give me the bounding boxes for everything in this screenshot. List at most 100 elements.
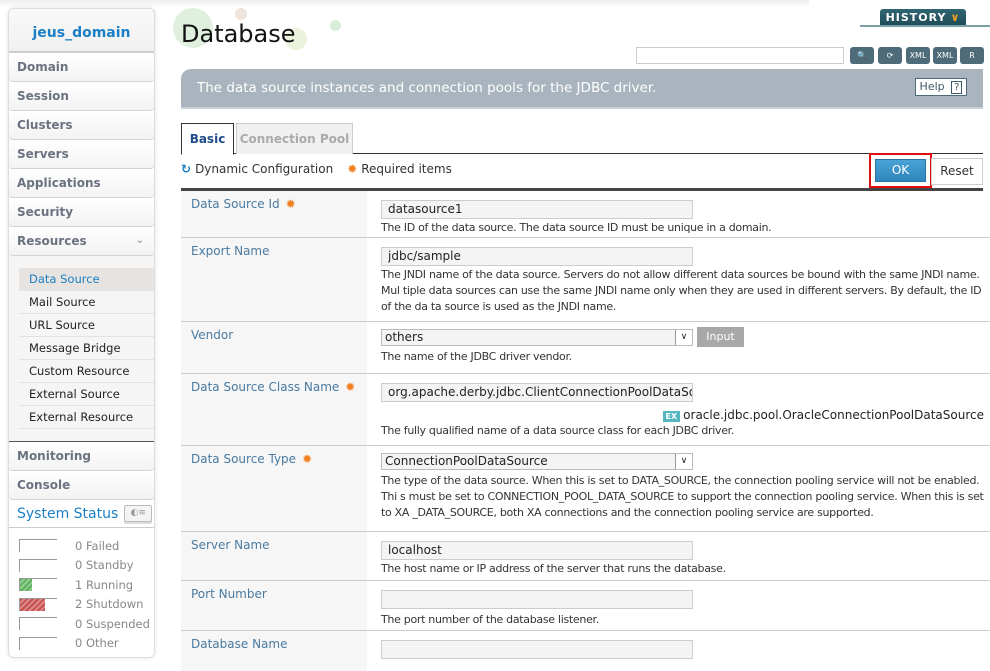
legend-row: ↻ Dynamic Configuration ✹ Required items (181, 162, 452, 176)
label-text: Port Number (191, 587, 267, 601)
subnav-external-source[interactable]: External Source (19, 383, 154, 406)
search-icon[interactable]: 🔍 (850, 47, 874, 64)
row-data-source-type: Data Source Type ✹ ConnectionPoolDataSour… (181, 446, 990, 532)
desc-export-name: The JNDI name of the data source. Server… (381, 267, 982, 313)
nav-resources-label: Resources (17, 234, 87, 248)
search-input[interactable] (636, 47, 844, 64)
required-icon: ✹ (285, 197, 296, 211)
value-data-source-id: The ID of the data source. The data sour… (381, 191, 990, 240)
value-class-name: EXoracle.jdbc.pool.OracleConnectionPoolD… (381, 374, 990, 443)
subnav-data-source[interactable]: Data Source (19, 268, 154, 291)
main-content: Database HISTORY ∨ 🔍 ⟳ XML XML R The data… (173, 0, 990, 671)
status-toggle-icon[interactable]: ◐≡ (124, 505, 153, 522)
data-source-type-select[interactable]: ConnectionPoolDataSource ∨ (381, 453, 693, 470)
status-text: 2 Shutdown (75, 597, 144, 612)
value-vendor: others ∨ Input The name of the JDBC driv… (381, 322, 990, 369)
nav-monitoring[interactable]: Monitoring (9, 442, 154, 471)
status-row-standby: 0 Standby (19, 556, 154, 576)
status-fill-running (20, 579, 32, 592)
row-server-name: Server Name The host name or IP address … (181, 532, 990, 581)
desc-port-number: The port number of the database listener… (381, 612, 599, 626)
status-text: 1 Running (75, 577, 134, 592)
value-export-name: The JNDI name of the data source. Server… (381, 238, 990, 319)
status-fill-shutdown (20, 598, 45, 611)
label-data-source-id: Data Source Id ✹ (181, 191, 368, 237)
decor-circle (235, 8, 247, 20)
status-text: 0 Suspended (75, 616, 150, 631)
status-row-running: 1 Running (19, 575, 154, 595)
domain-title[interactable]: jeus_domain (9, 9, 154, 53)
tab-connection-pool[interactable]: Connection Pool (236, 123, 353, 154)
value-database-name (381, 631, 990, 663)
desc-class-name: The fully qualified name of a data sourc… (381, 423, 735, 437)
import-xml-icon[interactable]: XML (933, 47, 957, 64)
status-text: 0 Failed (75, 538, 120, 553)
label-text: Database Name (191, 637, 288, 651)
nav-console[interactable]: Console (9, 471, 154, 500)
subnav-custom-resource[interactable]: Custom Resource (19, 360, 154, 383)
nav-resources[interactable]: Resources ⌄ (9, 227, 154, 256)
nav-security[interactable]: Security (9, 198, 154, 227)
help-icon: ? (951, 81, 963, 94)
desc-vendor: The name of the JDBC driver vendor. (381, 350, 572, 363)
export-xml-icon[interactable]: XML (906, 47, 930, 64)
nav-servers[interactable]: Servers (9, 140, 154, 169)
page-title: Database (181, 20, 296, 48)
desc-server-name: The host name or IP address of the serve… (381, 561, 726, 575)
subnav-external-resource[interactable]: External Resource (19, 406, 154, 429)
export-name-input[interactable] (381, 246, 693, 266)
status-bar (19, 597, 57, 611)
data-source-id-input[interactable] (381, 199, 693, 219)
database-name-input[interactable] (381, 639, 693, 659)
nav-clusters[interactable]: Clusters (9, 111, 154, 140)
subnav-mail-source[interactable]: Mail Source (19, 291, 154, 314)
help-button[interactable]: Help ? (915, 78, 967, 96)
nav-domain[interactable]: Domain (9, 53, 154, 82)
nav-session[interactable]: Session (9, 82, 154, 111)
vendor-selected: others (385, 330, 424, 344)
status-bar (19, 578, 57, 592)
label-export-name: Export Name (181, 238, 368, 321)
label-data-source-type: Data Source Type ✹ (181, 446, 368, 531)
row-class-name: Data Source Class Name ✹ EXoracle.jdbc.po… (181, 374, 990, 446)
ok-button[interactable]: OK (875, 159, 926, 182)
subnav-url-source[interactable]: URL Source (19, 314, 154, 337)
refresh-icon[interactable]: ⟳ (878, 47, 902, 64)
reset-button[interactable]: Reset (931, 158, 983, 185)
dropdown-arrow-icon: ∨ (675, 454, 692, 469)
row-export-name: Export Name The JNDI name of the data so… (181, 238, 990, 322)
status-row-suspended: 0 Suspended (19, 614, 154, 634)
record-icon[interactable]: R (960, 47, 984, 64)
banner-text: The data source instances and connection… (197, 80, 657, 96)
dynamic-config-icon: ↻ (181, 162, 192, 176)
vendor-select[interactable]: others ∨ (381, 329, 693, 346)
status-bar (19, 539, 57, 553)
system-status-title: System Status (17, 505, 119, 522)
dynamic-config-label: Dynamic Configuration (195, 162, 334, 176)
nav-applications[interactable]: Applications (9, 169, 154, 198)
tab-basic[interactable]: Basic (181, 123, 234, 155)
data-source-type-selected: ConnectionPoolDataSource (385, 454, 548, 468)
subnav-message-bridge[interactable]: Message Bridge (19, 337, 154, 360)
required-icon: ✹ (302, 452, 313, 466)
chevron-down-icon: ∨ (950, 11, 961, 24)
value-port-number: The port number of the database listener… (381, 581, 990, 632)
history-button[interactable]: HISTORY ∨ (880, 9, 966, 26)
vendor-input-button[interactable]: Input (697, 327, 744, 347)
label-text: Data Source Class Name (191, 380, 340, 394)
label-vendor: Vendor (181, 322, 368, 373)
server-name-input[interactable] (381, 540, 693, 560)
status-bar (19, 636, 57, 650)
label-text: Export Name (191, 244, 270, 258)
value-server-name: The host name or IP address of the serve… (381, 532, 990, 581)
label-class-name: Data Source Class Name ✹ (181, 374, 368, 445)
row-port-number: Port Number The port number of the datab… (181, 581, 990, 631)
system-status-header: System Status ◐≡ (9, 500, 154, 528)
status-text: 0 Other (75, 636, 119, 651)
ok-highlight: OK (869, 153, 932, 188)
required-icon: ✹ (345, 380, 356, 394)
required-icon: ✹ (347, 162, 358, 176)
desc-data-source-id: The ID of the data source. The data sour… (381, 220, 772, 234)
class-name-input[interactable] (381, 382, 693, 402)
port-number-input[interactable] (381, 589, 693, 609)
